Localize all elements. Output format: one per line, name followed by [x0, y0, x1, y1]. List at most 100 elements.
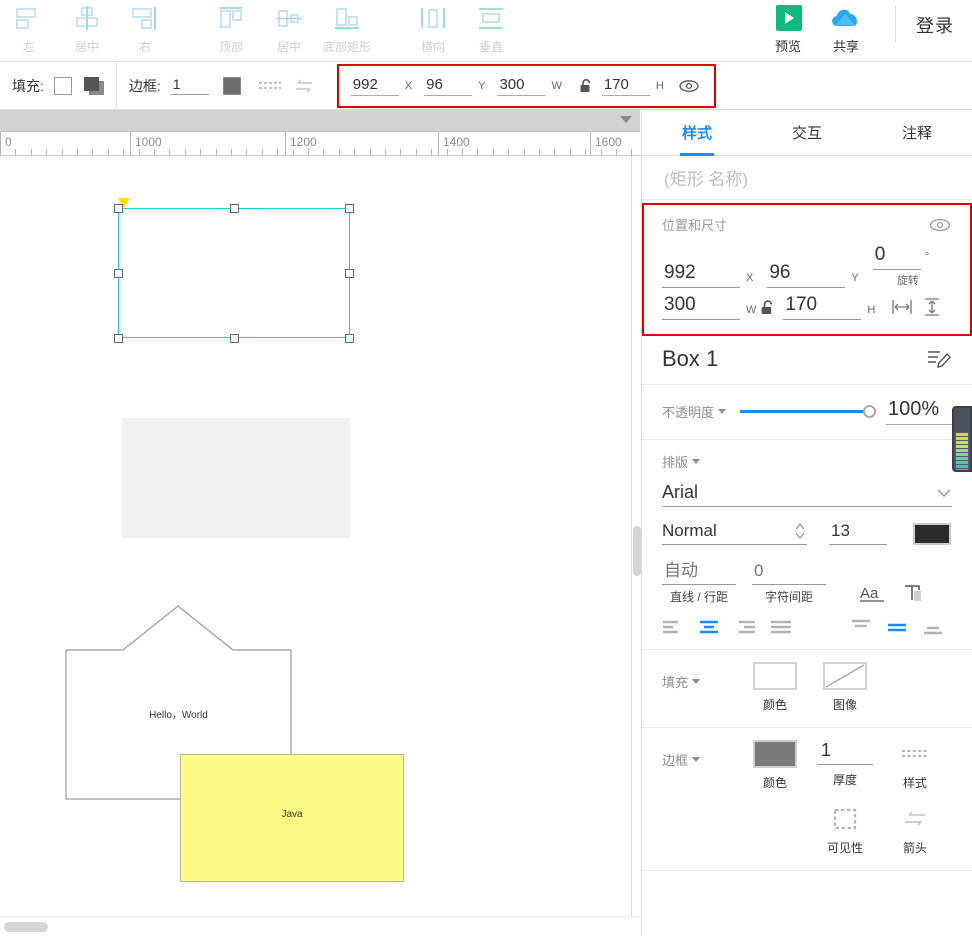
vertical-scroll-thumb[interactable]	[633, 526, 641, 576]
tab-notes[interactable]: 注释	[862, 110, 972, 155]
resize-handle-n[interactable]	[230, 204, 239, 213]
opacity-slider-knob[interactable]	[863, 405, 876, 418]
color-strip-row[interactable]	[956, 445, 968, 448]
border-style-option[interactable]: 样式	[880, 740, 950, 791]
share-button[interactable]: 共享	[817, 0, 875, 60]
color-strip-row[interactable]	[956, 469, 968, 470]
line-height-input[interactable]	[662, 561, 736, 585]
valign-middle-icon[interactable]	[886, 619, 908, 635]
align-left-button[interactable]: 左	[0, 0, 58, 60]
align-text-left-icon[interactable]	[662, 619, 684, 635]
w-input[interactable]	[497, 75, 546, 96]
border-style-dashed-icon[interactable]	[900, 740, 930, 768]
fill-image-option[interactable]: 图像	[810, 662, 880, 713]
resize-handle-sw[interactable]	[114, 334, 123, 343]
border-style-dashed-icon[interactable]	[257, 73, 283, 99]
lock-open-icon[interactable]	[574, 73, 600, 99]
align-bottom-button[interactable]: 底部矩形	[318, 0, 376, 60]
font-size-input[interactable]	[829, 521, 887, 545]
h-input[interactable]	[601, 75, 650, 96]
panel-y-input[interactable]	[767, 262, 846, 288]
color-picker-strip[interactable]	[952, 406, 972, 472]
y-input[interactable]	[424, 75, 473, 96]
fill-none-icon[interactable]	[53, 76, 72, 95]
align-middle-vertical-button[interactable]: 居中	[260, 0, 318, 60]
login-button[interactable]: 登录	[916, 12, 954, 38]
color-strip-row[interactable]	[956, 437, 968, 440]
align-text-justify-icon[interactable]	[770, 619, 792, 635]
color-strip-row[interactable]	[956, 441, 968, 444]
resize-handle-ne[interactable]	[345, 204, 354, 213]
fill-gradient-icon[interactable]	[83, 76, 104, 95]
font-weight-select[interactable]: Normal	[662, 521, 807, 545]
chevron-down-icon[interactable]	[620, 116, 632, 123]
visibility-eye-icon[interactable]	[676, 73, 702, 99]
preview-button[interactable]: 预览	[759, 0, 817, 60]
letter-spacing-input[interactable]	[752, 561, 826, 585]
resize-handle-nw[interactable]	[114, 204, 123, 213]
font-color-swatch[interactable]	[913, 523, 951, 545]
text-case-aa-icon[interactable]: Aa	[860, 583, 886, 605]
design-canvas[interactable]: Hello，World Java	[0, 156, 640, 916]
valign-top-icon[interactable]	[850, 619, 872, 635]
canvas-vertical-scrollbar[interactable]	[631, 156, 641, 916]
distribute-vertical-button[interactable]: 垂直	[462, 0, 520, 60]
border-label-wrap[interactable]: 边框	[662, 740, 740, 769]
opacity-label-wrap[interactable]: 不透明度	[662, 402, 727, 421]
border-color-icon[interactable]	[222, 76, 241, 95]
resize-handle-e[interactable]	[345, 269, 354, 278]
rotation-input[interactable]	[872, 244, 921, 270]
align-center-horizontal-button[interactable]: 居中	[58, 0, 116, 60]
font-family-select[interactable]: Arial	[662, 482, 952, 507]
fill-label-wrap[interactable]: 填充	[662, 662, 740, 691]
resize-handle-se[interactable]	[345, 334, 354, 343]
typography-label-wrap[interactable]: 排版	[662, 452, 701, 471]
horizontal-scroll-thumb[interactable]	[4, 922, 48, 932]
align-text-right-icon[interactable]	[734, 619, 756, 635]
fill-image-icon[interactable]	[823, 662, 867, 690]
color-strip-row[interactable]	[956, 457, 968, 460]
fit-height-icon[interactable]	[919, 294, 945, 320]
border-arrow-option[interactable]: 箭头	[880, 805, 950, 856]
fit-width-icon[interactable]	[889, 294, 915, 320]
gray-rectangle[interactable]	[122, 418, 350, 538]
edit-note-icon[interactable]	[926, 348, 952, 370]
panel-h-input[interactable]	[783, 294, 862, 320]
align-text-center-icon[interactable]	[698, 619, 720, 635]
align-right-button[interactable]: 右	[116, 0, 174, 60]
border-arrow-icon[interactable]	[291, 73, 317, 99]
x-input[interactable]	[350, 75, 399, 96]
tab-interaction[interactable]: 交互	[752, 110, 862, 155]
resize-handle-w[interactable]	[114, 269, 123, 278]
border-visibility-option[interactable]: 可见性	[810, 805, 880, 856]
lock-open-icon[interactable]	[760, 298, 777, 316]
color-strip-row[interactable]	[956, 465, 968, 468]
tab-style[interactable]: 样式	[642, 110, 752, 155]
fill-color-option[interactable]: 颜色	[740, 662, 810, 713]
panel-w-input[interactable]	[662, 294, 740, 320]
color-strip-row[interactable]	[956, 433, 968, 436]
distribute-horizontal-button[interactable]: 横向	[404, 0, 462, 60]
fill-color-swatch-icon[interactable]	[753, 662, 797, 690]
resize-handle-s[interactable]	[230, 334, 239, 343]
element-name-value[interactable]: Box 1	[662, 346, 718, 372]
opacity-slider[interactable]	[740, 403, 876, 419]
border-thickness-option[interactable]: 厚度	[810, 740, 880, 788]
color-strip-row[interactable]	[956, 461, 968, 464]
visibility-eye-icon[interactable]	[928, 217, 952, 233]
border-thickness-input[interactable]	[817, 740, 873, 765]
canvas-horizontal-scrollbar[interactable]	[0, 916, 640, 936]
border-color-option[interactable]: 颜色	[740, 740, 810, 791]
border-visibility-icon[interactable]	[832, 805, 858, 833]
color-strip-row[interactable]	[956, 449, 968, 452]
yellow-rectangle[interactable]: Java	[180, 754, 404, 882]
align-top-button[interactable]: 顶部	[202, 0, 260, 60]
stepper-updown-icon[interactable]	[793, 521, 807, 541]
valign-bottom-icon[interactable]	[922, 619, 944, 635]
shape-name-placeholder[interactable]: (矩形 名称)	[642, 156, 972, 200]
color-strip-row[interactable]	[956, 453, 968, 456]
opacity-value-input[interactable]	[886, 397, 952, 425]
border-color-swatch-icon[interactable]	[753, 740, 797, 768]
border-width-input[interactable]	[170, 76, 209, 95]
panel-x-input[interactable]	[662, 262, 740, 288]
